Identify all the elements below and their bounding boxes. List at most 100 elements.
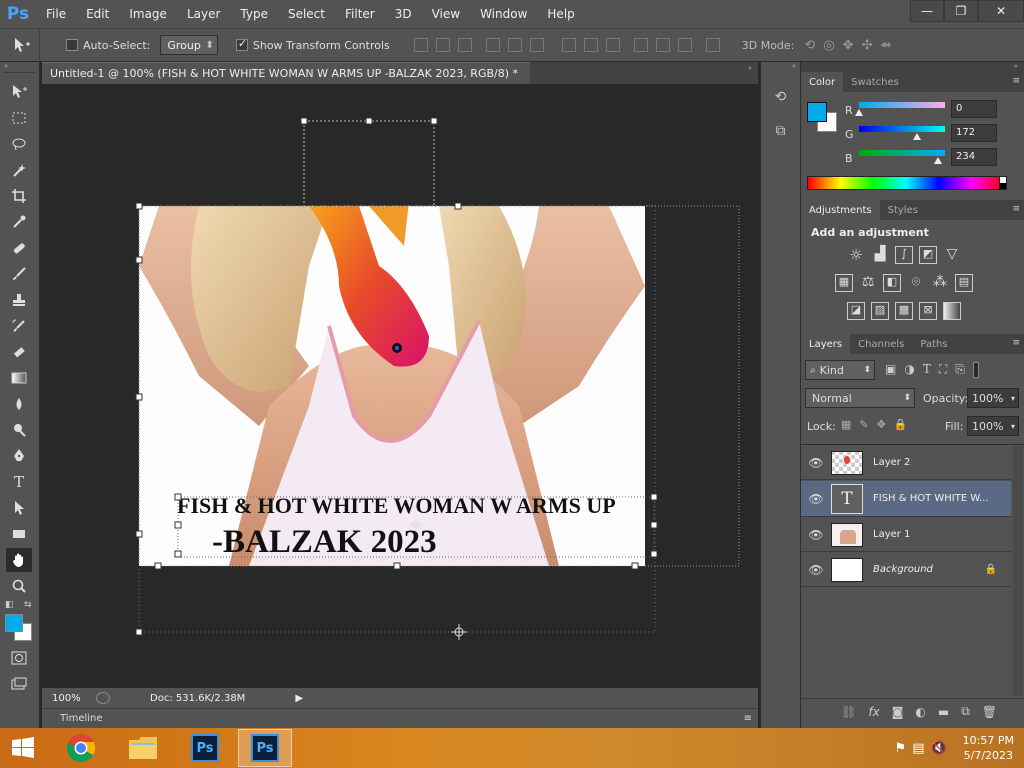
menu-view[interactable]: View [422, 0, 470, 28]
threshold-icon[interactable]: ▩ [895, 302, 913, 320]
g-slider-thumb[interactable] [913, 133, 922, 140]
auto-select-checkbox[interactable] [66, 39, 78, 51]
g-slider-track[interactable] [859, 126, 945, 132]
filter-type-icon[interactable]: T [923, 362, 931, 378]
clock[interactable]: 10:57 PM 5/7/2023 [963, 733, 1014, 763]
r-slider-track[interactable] [859, 102, 945, 108]
eraser-tool-icon[interactable] [6, 340, 32, 364]
r-slider-thumb[interactable] [855, 109, 863, 116]
path-selection-tool-icon[interactable] [6, 496, 32, 520]
document-tab[interactable]: Untitled-1 @ 100% (FISH & HOT WHITE WOMA… [42, 62, 530, 84]
delete-layer-icon[interactable]: 🗑 [982, 705, 997, 719]
link-layers-icon[interactable]: ⛓ [841, 705, 856, 719]
network-icon[interactable]: ▤ [912, 741, 924, 756]
close-button[interactable]: ✕ [978, 0, 1024, 22]
vibrance-icon[interactable]: ▽ [943, 246, 961, 264]
filter-toggle-icon[interactable] [972, 362, 979, 378]
add-mask-icon[interactable]: ◙ [892, 705, 904, 719]
channel-mixer-icon[interactable]: ⁂ [931, 274, 949, 292]
adjustments-panel-menu-icon[interactable]: ≡ [1012, 204, 1020, 214]
brightness-contrast-icon[interactable]: ☼ [847, 246, 865, 264]
color-panel-foreground-swatch[interactable] [807, 102, 827, 122]
layer-row[interactable]: 👁 Layer 1 [801, 518, 1011, 552]
layers-panel-menu-icon[interactable]: ≡ [1012, 338, 1020, 348]
new-adjustment-layer-icon[interactable]: ◐ [915, 705, 925, 719]
menu-image[interactable]: Image [119, 0, 177, 28]
brush-tool-icon[interactable] [6, 262, 32, 286]
panels-collapse-icon[interactable]: » [801, 62, 1024, 72]
color-balance-icon[interactable]: ⚖ [859, 274, 877, 292]
default-colors-icon[interactable]: ◧ [5, 600, 14, 610]
healing-brush-tool-icon[interactable] [6, 236, 32, 260]
auto-align-icon[interactable] [705, 38, 720, 52]
menu-layer[interactable]: Layer [177, 0, 230, 28]
history-panel-icon[interactable]: ⟲ [770, 86, 792, 108]
taskbar-photoshop-1[interactable]: Ps [178, 729, 232, 767]
timeline-menu-icon[interactable]: ≡ [744, 713, 752, 724]
layer-row[interactable]: 👁 Layer 2 [801, 446, 1011, 480]
lasso-tool-icon[interactable] [6, 132, 32, 156]
screen-mode-icon[interactable] [6, 672, 32, 696]
taskbar-file-explorer[interactable] [116, 729, 170, 767]
zoom-tool-icon[interactable] [6, 574, 32, 598]
selective-color-icon[interactable]: ⊠ [919, 302, 937, 320]
visibility-eye-icon[interactable]: 👁 [801, 456, 831, 470]
move-tool-icon[interactable] [6, 80, 32, 104]
auto-select-toggle[interactable]: Auto-Select: [66, 39, 150, 52]
tab-swatches[interactable]: Swatches [843, 72, 907, 92]
3d-scale-icon[interactable]: ⇴ [880, 38, 891, 53]
distribute-vcenter-icon[interactable] [583, 38, 598, 52]
quick-mask-icon[interactable] [6, 646, 32, 670]
document-panel-collapse-icon[interactable]: « [748, 64, 752, 72]
canvas-text-line-1[interactable]: FISH & HOT WHITE WOMAN W ARMS UP [177, 493, 616, 519]
new-group-icon[interactable]: ▬ [938, 705, 949, 719]
menu-help[interactable]: Help [537, 0, 584, 28]
curves-icon[interactable]: ∫ [895, 246, 913, 264]
type-tool-icon[interactable]: T [6, 470, 32, 494]
status-options-icon[interactable] [96, 692, 110, 704]
new-layer-icon[interactable]: ⧉ [961, 704, 970, 719]
status-menu-arrow-icon[interactable]: ▶ [295, 693, 303, 704]
tab-channels[interactable]: Channels [850, 334, 912, 354]
gradient-map-icon[interactable] [943, 302, 961, 320]
timeline-panel-tab[interactable]: Timeline ≡ [42, 708, 758, 728]
show-transform-checkbox[interactable] [235, 37, 248, 51]
menu-3d[interactable]: 3D [385, 0, 422, 28]
tab-adjustments[interactable]: Adjustments [801, 200, 880, 220]
posterize-icon[interactable]: ▨ [871, 302, 889, 320]
opacity-field[interactable]: 100% ▾ [967, 388, 1019, 408]
foreground-color-swatch[interactable] [5, 614, 23, 632]
b-value-field[interactable]: 234 [951, 148, 997, 166]
tab-paths[interactable]: Paths [912, 334, 955, 354]
taskbar-chrome[interactable] [54, 729, 108, 767]
hand-tool-icon[interactable] [6, 548, 32, 572]
color-lookup-icon[interactable]: ▤ [955, 274, 973, 292]
b-slider-thumb[interactable] [933, 157, 942, 164]
exposure-icon[interactable]: ◩ [919, 246, 937, 264]
menu-edit[interactable]: Edit [76, 0, 119, 28]
distribute-left-icon[interactable] [633, 38, 648, 52]
clone-stamp-tool-icon[interactable] [6, 288, 32, 312]
lock-image-icon[interactable]: ✎ [859, 418, 868, 431]
start-button[interactable] [0, 729, 46, 767]
levels-icon[interactable]: ▟ [871, 246, 889, 264]
quick-selection-tool-icon[interactable] [6, 158, 32, 182]
filter-adjustment-icon[interactable]: ◑ [904, 362, 914, 378]
visibility-eye-icon[interactable]: 👁 [801, 492, 831, 506]
lock-all-icon[interactable]: 🔒 [894, 418, 908, 431]
visibility-eye-icon[interactable]: 👁 [801, 528, 831, 542]
fill-field[interactable]: 100% ▾ [967, 416, 1019, 436]
color-spectrum-ramp[interactable] [807, 176, 1005, 190]
filter-pixel-icon[interactable]: ▣ [885, 362, 896, 378]
lock-position-icon[interactable]: ✥ [877, 418, 886, 431]
g-value-field[interactable]: 172 [951, 124, 997, 142]
canvas-text-line-2[interactable]: -BALZAK 2023 [212, 524, 437, 561]
zoom-level[interactable]: 100% [52, 693, 92, 704]
dock-collapse-icon[interactable]: » [761, 62, 800, 72]
document-canvas[interactable]: FISH & HOT WHITE WOMAN W ARMS UP -BALZAK… [139, 206, 645, 566]
distribute-bottom-icon[interactable] [605, 38, 620, 52]
3d-slide-icon[interactable]: ✣ [862, 38, 873, 53]
action-center-flag-icon[interactable]: ⚑ [895, 741, 907, 756]
photo-filter-icon[interactable]: ⌾ [907, 274, 925, 292]
hue-saturation-icon[interactable]: ▦ [835, 274, 853, 292]
